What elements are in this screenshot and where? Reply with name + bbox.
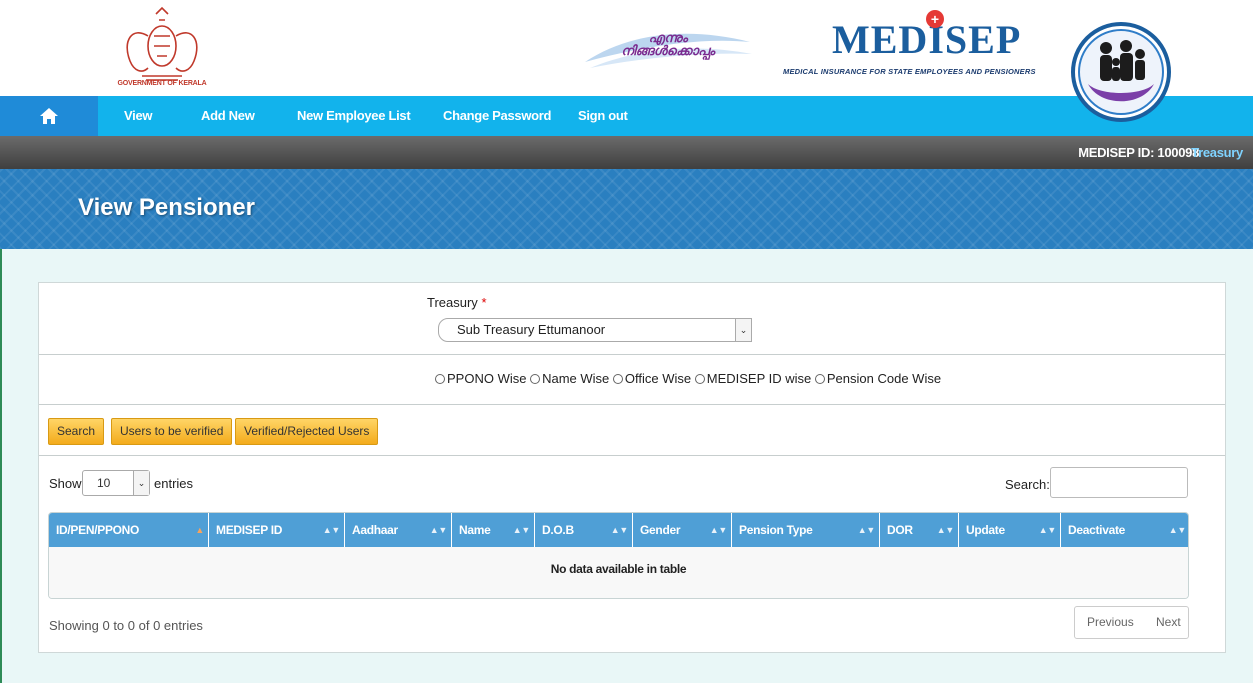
radio-icon[interactable] [694, 374, 705, 384]
main-nav: View Add New New Employee List Change Pa… [0, 96, 1253, 136]
page-size-select[interactable]: 10 ⌄ [82, 470, 150, 496]
site-header: GOVERNMENT OF KERALA എന്നും നിങ്ങൾക്കൊപ്… [0, 0, 1253, 122]
sort-icon: ▲▼ [512, 525, 531, 535]
radio-office-wise[interactable]: Office Wise [612, 371, 692, 386]
column-label: DOR [887, 523, 913, 537]
nav-view[interactable]: View [124, 96, 153, 136]
col-name[interactable]: Name ▲▼ [452, 513, 535, 547]
sort-icon: ▲▼ [429, 525, 448, 535]
nav-change-password[interactable]: Change Password [443, 96, 552, 136]
nav-add-new[interactable]: Add New [201, 96, 255, 136]
radio-icon[interactable] [814, 374, 825, 384]
office-tag: Treasury [1191, 145, 1243, 160]
chevron-down-icon: ⌄ [133, 471, 149, 495]
show-label: Show [49, 476, 82, 491]
sort-icon: ▲▼ [610, 525, 629, 535]
treasury-label-text: Treasury [427, 295, 478, 310]
sort-asc-icon: ▲ [195, 525, 204, 535]
column-label: ID/PEN/PPONO [56, 523, 140, 537]
empty-table-message: No data available in table [550, 562, 687, 576]
col-dor[interactable]: DOR ▲▼ [880, 513, 959, 547]
table-search-input[interactable] [1050, 467, 1188, 498]
family-care-logo [1071, 22, 1171, 122]
column-label: Gender [640, 523, 681, 537]
treasury-select-value: Sub Treasury Ettumanoor [457, 322, 606, 337]
table-info: Showing 0 to 0 of 0 entries [49, 618, 203, 633]
radio-label: MEDISEP ID wise [706, 371, 812, 386]
sort-icon: ▲▼ [857, 525, 876, 535]
pagination: Previous Next [1074, 606, 1189, 639]
table-search-label: Search: [1005, 477, 1050, 492]
slogan-text: എന്നും നിങ്ങൾക്കൊപ്പം [621, 30, 715, 58]
radio-label: Name Wise [542, 371, 610, 386]
pensioner-table: ID/PEN/PPONO ▲ MEDISEP ID ▲▼ Aadhaar ▲▼ Nam… [48, 512, 1189, 599]
radio-pension-code-wise[interactable]: Pension Code Wise [814, 371, 942, 386]
page-banner: View Pensioner [0, 169, 1253, 249]
column-label: Update [966, 523, 1005, 537]
user-bar: MEDISEP ID: 100098 Treasury [0, 136, 1253, 169]
nav-new-employee-list[interactable]: New Employee List [297, 96, 411, 136]
verified-rejected-button[interactable]: Verified/Rejected Users [235, 418, 379, 445]
radio-medisep-id-wise[interactable]: MEDISEP ID wise [694, 371, 812, 386]
radio-icon[interactable] [530, 374, 541, 384]
radio-ppono-wise[interactable]: PPONO Wise [435, 371, 526, 386]
sort-icon: ▲▼ [709, 525, 728, 535]
treasury-label: Treasury * [427, 295, 487, 310]
radio-name-wise[interactable]: Name Wise [530, 371, 609, 386]
content-area: Treasury * Sub Treasury Ettumanoor ⌄ PPO… [0, 249, 1253, 683]
search-type-radios: PPONO Wise Name Wise Office Wise MEDISEP… [435, 371, 941, 386]
kerala-emblem-logo [126, 6, 198, 81]
next-button[interactable]: Next [1156, 607, 1181, 638]
sort-icon: ▲▼ [936, 525, 955, 535]
home-icon [40, 108, 58, 124]
col-pension-type[interactable]: Pension Type ▲▼ [732, 513, 880, 547]
divider [39, 404, 1225, 405]
radio-icon[interactable] [435, 374, 445, 384]
pensioner-panel: Treasury * Sub Treasury Ettumanoor ⌄ PPO… [38, 282, 1226, 653]
sort-icon: ▲▼ [1168, 525, 1187, 535]
brand-subtitle: MEDICAL INSURANCE FOR STATE EMPLOYEES AN… [783, 67, 1036, 76]
chevron-down-icon: ⌄ [735, 319, 751, 341]
nav-home-button[interactable] [0, 96, 98, 136]
divider [39, 354, 1225, 355]
entries-label: entries [154, 476, 194, 491]
page-size-value: 10 [97, 476, 111, 490]
table-header: ID/PEN/PPONO ▲ MEDISEP ID ▲▼ Aadhaar ▲▼ Nam… [49, 513, 1188, 547]
radio-label: Pension Code Wise [826, 371, 942, 386]
radio-label: PPONO Wise [447, 371, 527, 386]
column-label: Name [459, 523, 491, 537]
col-id-pen-ppono[interactable]: ID/PEN/PPONO ▲ [49, 513, 209, 547]
table-row: No data available in table [49, 547, 1188, 598]
column-label: Deactivate [1068, 523, 1126, 537]
sort-icon: ▲▼ [1038, 525, 1057, 535]
col-deactivate[interactable]: Deactivate ▲▼ [1061, 513, 1188, 547]
col-aadhaar[interactable]: Aadhaar ▲▼ [345, 513, 452, 547]
medical-cross-icon: + [926, 10, 944, 28]
col-medisep-id[interactable]: MEDISEP ID ▲▼ [209, 513, 345, 547]
gov-caption: GOVERNMENT OF KERALA [117, 80, 207, 87]
medisep-id: MEDISEP ID: 100098 [1078, 145, 1199, 160]
col-dob[interactable]: D.O.B ▲▼ [535, 513, 633, 547]
radio-icon[interactable] [612, 374, 623, 384]
radio-label: Office Wise [624, 371, 692, 386]
required-mark: * [481, 295, 487, 310]
divider [39, 455, 1225, 456]
column-label: MEDISEP ID [216, 523, 283, 537]
column-label: D.O.B [542, 523, 574, 537]
col-gender[interactable]: Gender ▲▼ [633, 513, 732, 547]
nav-sign-out[interactable]: Sign out [578, 96, 628, 136]
users-to-verify-button[interactable]: Users to be verified [111, 418, 233, 445]
search-button[interactable]: Search [48, 418, 105, 445]
col-update[interactable]: Update ▲▼ [959, 513, 1061, 547]
column-label: Pension Type [739, 523, 813, 537]
previous-button[interactable]: Previous [1087, 607, 1134, 638]
treasury-select[interactable]: Sub Treasury Ettumanoor ⌄ [438, 318, 752, 342]
page-title: View Pensioner [78, 194, 255, 221]
sort-icon: ▲▼ [322, 525, 341, 535]
column-label: Aadhaar [352, 523, 398, 537]
